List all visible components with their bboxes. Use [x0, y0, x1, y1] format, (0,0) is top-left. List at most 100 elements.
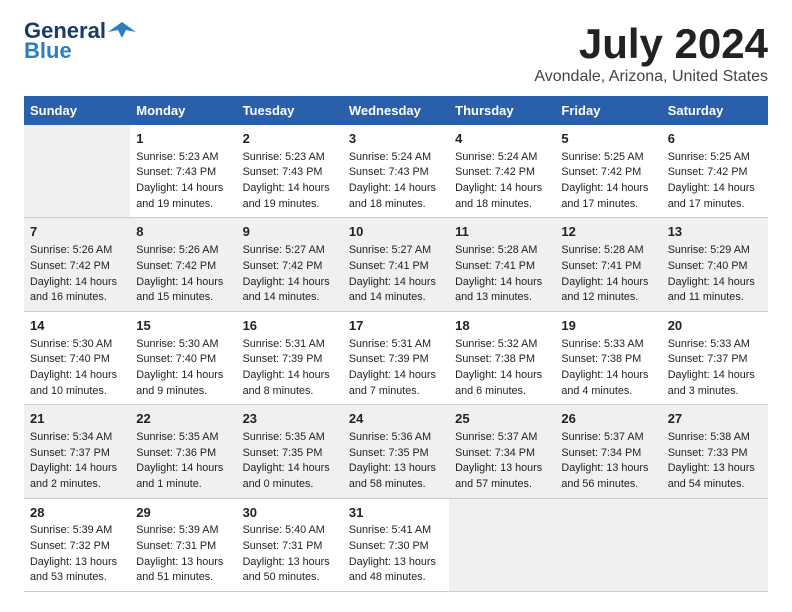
cell-content: Sunrise: 5:40 AMSunset: 7:31 PMDaylight:… [243, 523, 337, 586]
cell-content: Sunrise: 5:36 AMSunset: 7:35 PMDaylight:… [349, 430, 443, 493]
page-header: General Blue July 2024 Avondale, Arizona… [24, 20, 768, 86]
calendar-cell: 21Sunrise: 5:34 AMSunset: 7:37 PMDayligh… [24, 405, 130, 498]
weekday-header-friday: Friday [555, 96, 661, 125]
day-number: 7 [30, 223, 124, 242]
calendar-cell: 6Sunrise: 5:25 AMSunset: 7:42 PMDaylight… [662, 125, 768, 218]
cell-content: Sunrise: 5:28 AMSunset: 7:41 PMDaylight:… [561, 243, 655, 306]
weekday-header-wednesday: Wednesday [343, 96, 449, 125]
calendar-cell: 4Sunrise: 5:24 AMSunset: 7:42 PMDaylight… [449, 125, 555, 218]
cell-content: Sunrise: 5:27 AMSunset: 7:42 PMDaylight:… [243, 243, 337, 306]
day-number: 18 [455, 317, 549, 336]
day-number: 19 [561, 317, 655, 336]
cell-content: Sunrise: 5:32 AMSunset: 7:38 PMDaylight:… [455, 337, 549, 400]
calendar-cell: 19Sunrise: 5:33 AMSunset: 7:38 PMDayligh… [555, 311, 661, 404]
day-number: 3 [349, 130, 443, 149]
logo-blue: Blue [24, 38, 72, 64]
cell-content: Sunrise: 5:24 AMSunset: 7:42 PMDaylight:… [455, 150, 549, 213]
day-number: 8 [136, 223, 230, 242]
cell-content: Sunrise: 5:26 AMSunset: 7:42 PMDaylight:… [30, 243, 124, 306]
calendar-cell: 27Sunrise: 5:38 AMSunset: 7:33 PMDayligh… [662, 405, 768, 498]
cell-content: Sunrise: 5:29 AMSunset: 7:40 PMDaylight:… [668, 243, 762, 306]
cell-content: Sunrise: 5:28 AMSunset: 7:41 PMDaylight:… [455, 243, 549, 306]
day-number: 11 [455, 223, 549, 242]
day-number: 29 [136, 504, 230, 523]
calendar-table: SundayMondayTuesdayWednesdayThursdayFrid… [24, 96, 768, 592]
day-number: 17 [349, 317, 443, 336]
day-number: 25 [455, 410, 549, 429]
calendar-cell [449, 498, 555, 591]
calendar-cell: 26Sunrise: 5:37 AMSunset: 7:34 PMDayligh… [555, 405, 661, 498]
weekday-header-thursday: Thursday [449, 96, 555, 125]
cell-content: Sunrise: 5:33 AMSunset: 7:38 PMDaylight:… [561, 337, 655, 400]
cell-content: Sunrise: 5:38 AMSunset: 7:33 PMDaylight:… [668, 430, 762, 493]
calendar-cell: 30Sunrise: 5:40 AMSunset: 7:31 PMDayligh… [237, 498, 343, 591]
calendar-cell: 17Sunrise: 5:31 AMSunset: 7:39 PMDayligh… [343, 311, 449, 404]
day-number: 24 [349, 410, 443, 429]
day-number: 26 [561, 410, 655, 429]
calendar-cell: 25Sunrise: 5:37 AMSunset: 7:34 PMDayligh… [449, 405, 555, 498]
calendar-cell: 12Sunrise: 5:28 AMSunset: 7:41 PMDayligh… [555, 218, 661, 311]
day-number: 27 [668, 410, 762, 429]
cell-content: Sunrise: 5:31 AMSunset: 7:39 PMDaylight:… [243, 337, 337, 400]
week-row-2: 7Sunrise: 5:26 AMSunset: 7:42 PMDaylight… [24, 218, 768, 311]
calendar-cell: 16Sunrise: 5:31 AMSunset: 7:39 PMDayligh… [237, 311, 343, 404]
logo-bird-icon [108, 20, 136, 42]
day-number: 16 [243, 317, 337, 336]
calendar-cell: 11Sunrise: 5:28 AMSunset: 7:41 PMDayligh… [449, 218, 555, 311]
cell-content: Sunrise: 5:23 AMSunset: 7:43 PMDaylight:… [136, 150, 230, 213]
month-title: July 2024 [534, 20, 768, 68]
cell-content: Sunrise: 5:24 AMSunset: 7:43 PMDaylight:… [349, 150, 443, 213]
calendar-cell: 23Sunrise: 5:35 AMSunset: 7:35 PMDayligh… [237, 405, 343, 498]
day-number: 6 [668, 130, 762, 149]
calendar-cell: 22Sunrise: 5:35 AMSunset: 7:36 PMDayligh… [130, 405, 236, 498]
day-number: 28 [30, 504, 124, 523]
calendar-cell: 9Sunrise: 5:27 AMSunset: 7:42 PMDaylight… [237, 218, 343, 311]
cell-content: Sunrise: 5:35 AMSunset: 7:35 PMDaylight:… [243, 430, 337, 493]
cell-content: Sunrise: 5:37 AMSunset: 7:34 PMDaylight:… [455, 430, 549, 493]
cell-content: Sunrise: 5:31 AMSunset: 7:39 PMDaylight:… [349, 337, 443, 400]
day-number: 10 [349, 223, 443, 242]
cell-content: Sunrise: 5:25 AMSunset: 7:42 PMDaylight:… [668, 150, 762, 213]
week-row-5: 28Sunrise: 5:39 AMSunset: 7:32 PMDayligh… [24, 498, 768, 591]
calendar-cell [24, 125, 130, 218]
day-number: 4 [455, 130, 549, 149]
week-row-4: 21Sunrise: 5:34 AMSunset: 7:37 PMDayligh… [24, 405, 768, 498]
weekday-header-tuesday: Tuesday [237, 96, 343, 125]
cell-content: Sunrise: 5:25 AMSunset: 7:42 PMDaylight:… [561, 150, 655, 213]
day-number: 21 [30, 410, 124, 429]
calendar-cell: 29Sunrise: 5:39 AMSunset: 7:31 PMDayligh… [130, 498, 236, 591]
cell-content: Sunrise: 5:41 AMSunset: 7:30 PMDaylight:… [349, 523, 443, 586]
calendar-cell: 3Sunrise: 5:24 AMSunset: 7:43 PMDaylight… [343, 125, 449, 218]
calendar-cell: 31Sunrise: 5:41 AMSunset: 7:30 PMDayligh… [343, 498, 449, 591]
weekday-header-monday: Monday [130, 96, 236, 125]
cell-content: Sunrise: 5:27 AMSunset: 7:41 PMDaylight:… [349, 243, 443, 306]
calendar-cell: 5Sunrise: 5:25 AMSunset: 7:42 PMDaylight… [555, 125, 661, 218]
weekday-header-row: SundayMondayTuesdayWednesdayThursdayFrid… [24, 96, 768, 125]
day-number: 20 [668, 317, 762, 336]
weekday-header-sunday: Sunday [24, 96, 130, 125]
cell-content: Sunrise: 5:33 AMSunset: 7:37 PMDaylight:… [668, 337, 762, 400]
cell-content: Sunrise: 5:37 AMSunset: 7:34 PMDaylight:… [561, 430, 655, 493]
day-number: 22 [136, 410, 230, 429]
cell-content: Sunrise: 5:23 AMSunset: 7:43 PMDaylight:… [243, 150, 337, 213]
day-number: 9 [243, 223, 337, 242]
calendar-cell: 13Sunrise: 5:29 AMSunset: 7:40 PMDayligh… [662, 218, 768, 311]
cell-content: Sunrise: 5:39 AMSunset: 7:31 PMDaylight:… [136, 523, 230, 586]
calendar-cell: 8Sunrise: 5:26 AMSunset: 7:42 PMDaylight… [130, 218, 236, 311]
cell-content: Sunrise: 5:30 AMSunset: 7:40 PMDaylight:… [30, 337, 124, 400]
calendar-cell: 24Sunrise: 5:36 AMSunset: 7:35 PMDayligh… [343, 405, 449, 498]
week-row-1: 1Sunrise: 5:23 AMSunset: 7:43 PMDaylight… [24, 125, 768, 218]
cell-content: Sunrise: 5:39 AMSunset: 7:32 PMDaylight:… [30, 523, 124, 586]
calendar-cell: 28Sunrise: 5:39 AMSunset: 7:32 PMDayligh… [24, 498, 130, 591]
calendar-cell: 2Sunrise: 5:23 AMSunset: 7:43 PMDaylight… [237, 125, 343, 218]
calendar-cell: 18Sunrise: 5:32 AMSunset: 7:38 PMDayligh… [449, 311, 555, 404]
day-number: 31 [349, 504, 443, 523]
calendar-cell: 7Sunrise: 5:26 AMSunset: 7:42 PMDaylight… [24, 218, 130, 311]
title-area: July 2024 Avondale, Arizona, United Stat… [534, 20, 768, 86]
day-number: 12 [561, 223, 655, 242]
week-row-3: 14Sunrise: 5:30 AMSunset: 7:40 PMDayligh… [24, 311, 768, 404]
weekday-header-saturday: Saturday [662, 96, 768, 125]
cell-content: Sunrise: 5:26 AMSunset: 7:42 PMDaylight:… [136, 243, 230, 306]
calendar-cell: 1Sunrise: 5:23 AMSunset: 7:43 PMDaylight… [130, 125, 236, 218]
calendar-cell: 10Sunrise: 5:27 AMSunset: 7:41 PMDayligh… [343, 218, 449, 311]
